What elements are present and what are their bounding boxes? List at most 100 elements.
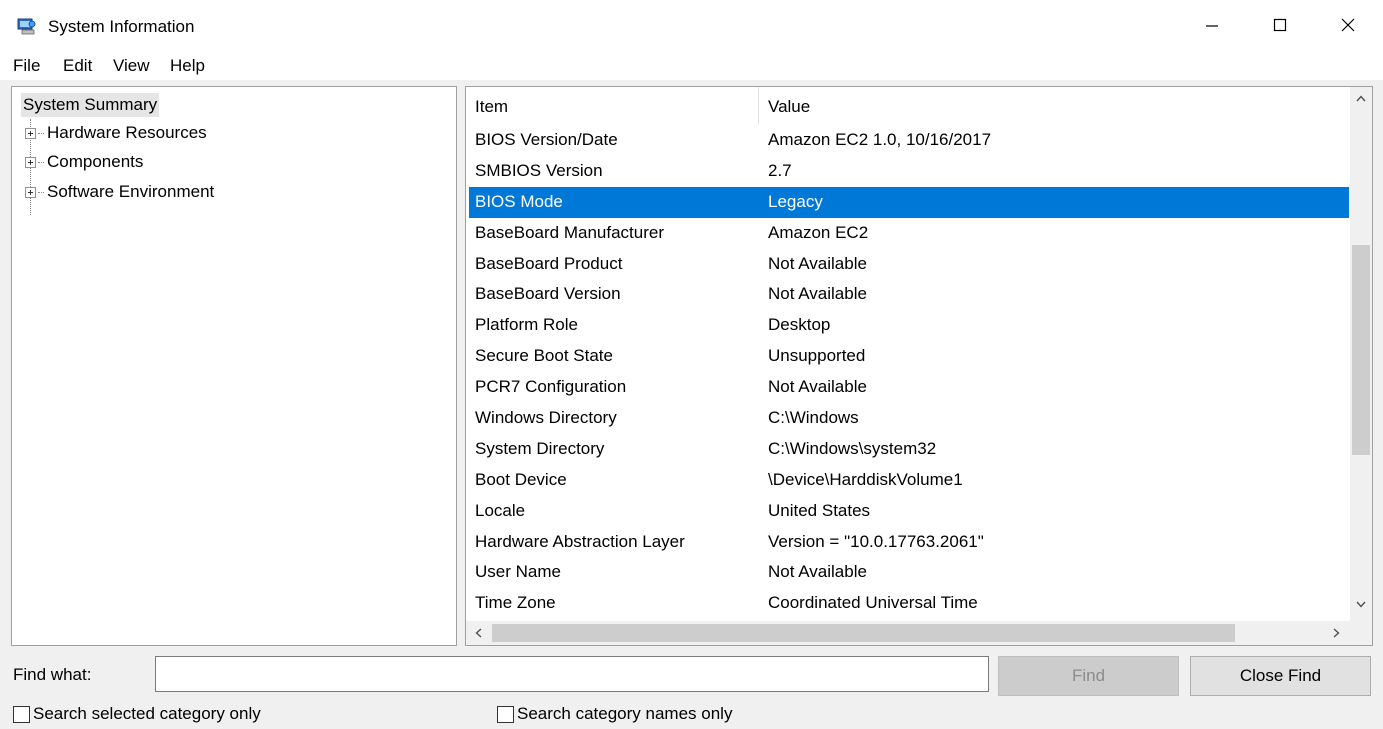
list-row[interactable]: Platform Role Desktop [469,310,1349,341]
list-row[interactable]: PCR7 Configuration Not Available [469,372,1349,403]
row-value: C:\Windows [768,408,859,428]
row-item: PCR7 Configuration [475,377,627,397]
row-value: Amazon EC2 [768,222,869,242]
minimize-button[interactable] [1178,0,1246,50]
tree-item-label: Hardware Resources [47,123,207,142]
row-item: BaseBoard Manufacturer [475,222,664,242]
details-list[interactable]: Item Value BIOS Version/Date Amazon EC2 1… [465,86,1373,646]
column-header-value[interactable]: Value [768,97,810,117]
column-header-item[interactable]: Item [475,97,508,117]
list-rows: BIOS Version/Date Amazon EC2 1.0, 10/16/2… [469,125,1349,619]
find-button[interactable]: Find [998,656,1179,696]
tree-item-label: Software Environment [47,182,215,201]
minimize-icon [1206,25,1218,27]
list-row[interactable]: Windows Directory C:\Windows [469,403,1349,434]
list-row[interactable]: BaseBoard Product Not Available [469,249,1349,280]
search-category-names-checkbox[interactable] [497,705,514,723]
tree-item-label: Components [47,152,144,171]
search-selected-category-option[interactable]: Search selected category only [13,704,261,724]
close-find-button[interactable]: Close Find [1190,656,1371,696]
tree-item-software-environment[interactable]: Software Environment [25,180,214,204]
list-row[interactable]: BaseBoard Version Not Available [469,279,1349,310]
category-tree[interactable]: System Summary Hardware Resources Compon… [11,86,457,646]
find-label: Find what: [13,665,92,684]
search-category-names-label: Search category names only [517,704,733,723]
tree-item-components[interactable]: Components [25,150,143,174]
row-value: Amazon EC2 1.0, 10/16/2017 [768,130,992,149]
row-item: Windows Directory [475,408,617,428]
expand-icon[interactable] [25,127,36,139]
search-selected-category-checkbox[interactable] [13,705,30,723]
horizontal-scrollbar[interactable] [466,621,1350,645]
row-value: Legacy [768,191,823,211]
scroll-down-button[interactable] [1350,593,1372,615]
menu-bar: File Edit View Help [0,50,1383,80]
menu-edit[interactable]: Edit [63,56,92,76]
list-row[interactable]: User Name Not Available [469,557,1349,588]
expand-icon[interactable] [25,156,36,168]
scroll-left-button[interactable] [466,621,490,645]
list-row[interactable]: Hardware Abstraction Layer Version = "10.… [469,527,1349,558]
tree-connector [38,161,44,163]
vertical-scroll-thumb[interactable] [1352,245,1370,455]
row-value: Not Available [768,562,867,582]
scroll-up-button[interactable] [1350,87,1372,109]
search-category-names-option[interactable]: Search category names only [497,704,732,724]
row-value: Not Available [768,377,867,397]
row-value: United States [768,500,871,520]
list-row[interactable]: BaseBoard Manufacturer Amazon EC2 [469,218,1349,249]
row-value: Coordinated Universal Time [768,593,978,613]
row-item: BIOS Version/Date [475,130,618,149]
tree-item-system-summary[interactable]: System Summary [21,93,160,117]
maximize-icon [1273,18,1287,32]
close-button[interactable] [1314,0,1382,50]
list-row[interactable]: Boot Device \Device\HarddiskVolume1 [469,465,1349,496]
column-separator[interactable] [758,87,759,125]
row-value: Not Available [768,284,867,304]
list-row[interactable]: SMBIOS Version 2.7 [469,156,1349,187]
list-row[interactable]: Secure Boot State Unsupported [469,341,1349,372]
row-item: Boot Device [475,469,567,489]
maximize-button[interactable] [1246,0,1314,50]
list-row[interactable]: Time Zone Coordinated Universal Time [469,588,1349,619]
tree-connector [38,132,44,134]
row-item: Locale [475,500,526,520]
row-value: Unsupported [768,346,866,366]
row-item: BaseBoard Product [475,253,623,273]
list-header: Item Value [466,87,1351,125]
vertical-scrollbar[interactable] [1350,87,1372,621]
chevron-down-icon [1356,601,1366,608]
menu-file[interactable]: File [13,56,40,76]
row-item: Time Zone [475,593,556,613]
menu-view[interactable]: View [113,56,150,76]
list-row[interactable]: BIOS Mode Legacy [469,186,1349,218]
close-icon [1341,18,1355,32]
row-value: Desktop [768,315,831,335]
window-title: System Information [48,17,195,36]
expand-icon[interactable] [25,186,36,198]
row-item: Hardware Abstraction Layer [475,531,685,551]
row-value: Not Available [768,253,867,273]
list-row[interactable]: System Directory C:\Windows\system32 [469,434,1349,465]
scroll-right-button[interactable] [1324,621,1348,645]
tree-connector [38,191,44,193]
chevron-left-icon [474,628,481,638]
row-item: Platform Role [475,315,578,335]
row-item: BaseBoard Version [475,284,621,304]
tree-item-hardware-resources[interactable]: Hardware Resources [25,121,207,145]
list-row[interactable]: Locale United States [469,496,1349,527]
row-item: User Name [475,562,561,582]
row-value: \Device\HarddiskVolume1 [768,469,963,489]
menu-help[interactable]: Help [170,56,205,76]
find-input[interactable] [155,656,989,692]
chevron-up-icon [1356,94,1366,101]
list-row[interactable]: BIOS Version/Date Amazon EC2 1.0, 10/16/2… [469,125,1349,156]
search-selected-category-label: Search selected category only [33,704,261,723]
title-bar: System Information [0,0,1383,50]
system-information-icon [17,18,36,35]
row-item: Secure Boot State [475,346,613,366]
horizontal-scroll-thumb[interactable] [492,624,1235,642]
row-value: C:\Windows\system32 [768,438,937,458]
row-value: Version = "10.0.17763.2061" [768,531,984,551]
row-item: BIOS Mode [475,191,563,211]
